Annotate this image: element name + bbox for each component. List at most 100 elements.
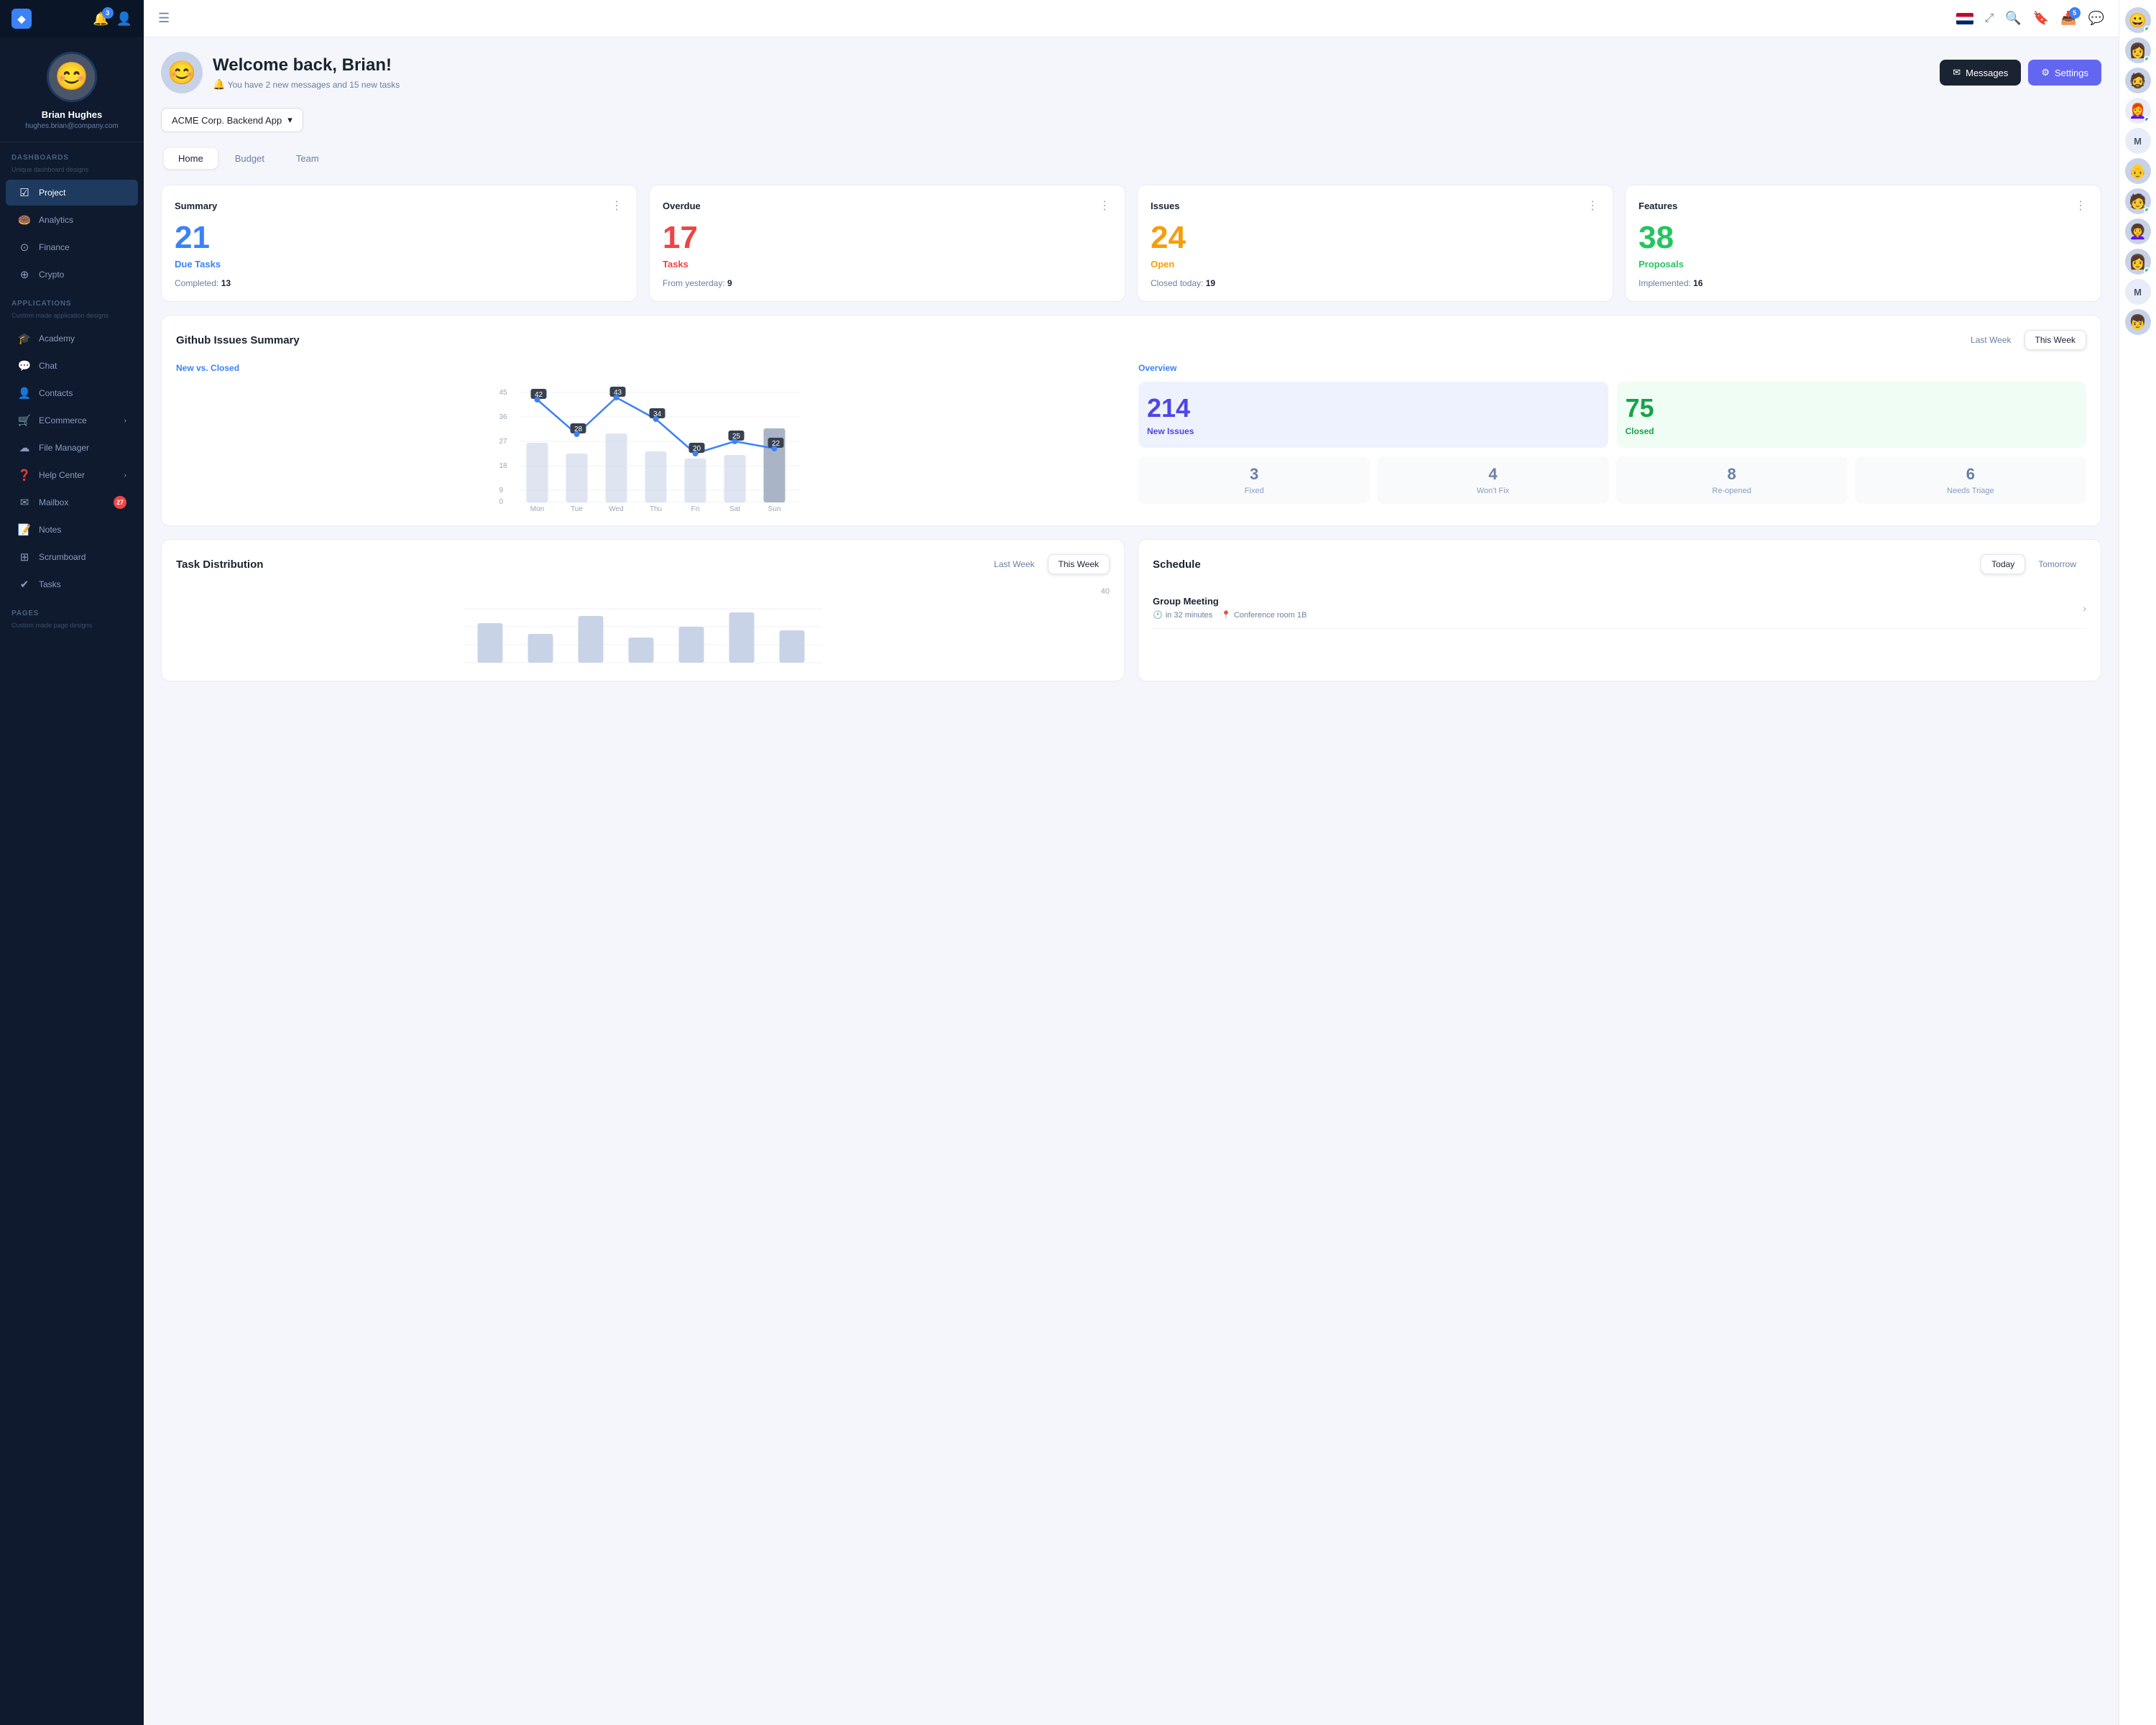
- project-icon: ☑: [17, 186, 32, 199]
- online-indicator: [2144, 56, 2150, 63]
- project-selector[interactable]: ACME Corp. Backend App ▾: [161, 108, 303, 132]
- clock-icon: 🕐: [1153, 610, 1163, 620]
- card-detail: Completed: 13: [175, 278, 624, 288]
- tabs: Home Budget Team: [161, 145, 336, 172]
- bookmark-icon[interactable]: 🔖: [2033, 11, 2049, 26]
- main-content: ☰ ⤢ 🔍 🔖 📥 5 💬 😊 Welcome back, Brian! 🔔 Y…: [144, 0, 2119, 1725]
- reopened-stat: 8 Re-opened: [1616, 456, 1848, 504]
- sidebar-item-finance[interactable]: ⊙ Finance: [6, 234, 138, 260]
- profile-email: hughes.brian@company.com: [25, 122, 118, 130]
- notification-icon[interactable]: 🔔 3: [93, 12, 109, 27]
- app-logo[interactable]: ◆: [11, 9, 32, 29]
- card-menu-icon[interactable]: ⋮: [1099, 198, 1112, 213]
- card-menu-icon[interactable]: ⋮: [2075, 198, 2088, 213]
- tomorrow-toggle[interactable]: Tomorrow: [2028, 554, 2086, 574]
- search-icon[interactable]: 🔍: [2005, 11, 2021, 26]
- last-week-toggle[interactable]: Last Week: [1961, 330, 2021, 350]
- messages-icon[interactable]: 💬: [2088, 11, 2104, 26]
- applications-section-sublabel: Custom made application designs: [0, 312, 144, 325]
- right-avatar-9[interactable]: M: [2125, 279, 2151, 305]
- sidebar-item-academy[interactable]: 🎓 Academy: [6, 326, 138, 351]
- task-this-week-toggle[interactable]: This Week: [1048, 554, 1110, 574]
- wontfix-number: 4: [1488, 465, 1497, 484]
- sidebar-item-filemanager[interactable]: ☁ File Manager: [6, 435, 138, 461]
- sidebar-item-helpcenter[interactable]: ❓ Help Center ›: [6, 462, 138, 488]
- hamburger-menu-icon[interactable]: ☰: [158, 11, 170, 26]
- right-avatar-5[interactable]: 👴: [2125, 158, 2151, 184]
- right-avatar-2[interactable]: 🧔: [2125, 68, 2151, 93]
- right-avatar-6[interactable]: 🧑: [2125, 188, 2151, 214]
- right-sidebar: 😀 👩 🧔 👩‍🦰 M 👴 🧑 👩‍🦱 👩 M 👦: [2119, 0, 2156, 1725]
- tab-team[interactable]: Team: [282, 148, 333, 169]
- chart-container: 45 36 27 18 9 0: [176, 382, 1124, 511]
- issues-card: Issues ⋮ 24 Open Closed today: 19: [1137, 185, 1613, 302]
- right-avatar-8[interactable]: 👩: [2125, 249, 2151, 275]
- sidebar-item-label: File Manager: [39, 443, 89, 453]
- task-distribution-chart: [176, 602, 1110, 666]
- svg-text:0: 0: [499, 498, 504, 506]
- schedule-title: Schedule: [1153, 558, 1201, 571]
- schedule-chevron-icon[interactable]: ›: [2083, 602, 2086, 614]
- github-section: Github Issues Summary Last Week This Wee…: [161, 315, 2101, 526]
- schedule-item-meta: 🕐 in 32 minutes 📍 Conference room 1B: [1153, 610, 1307, 620]
- settings-button[interactable]: ⚙ Settings: [2028, 60, 2101, 86]
- wontfix-label: Won't Fix: [1477, 487, 1509, 495]
- fullscreen-icon[interactable]: ⤢: [1985, 12, 1994, 25]
- sidebar-item-label: Tasks: [39, 579, 61, 589]
- schedule-item-details: Group Meeting 🕐 in 32 minutes 📍 Conferen…: [1153, 596, 1307, 620]
- line-bar-chart: 45 36 27 18 9 0: [176, 382, 1124, 511]
- github-content: New vs. Closed 45 36 27 18 9 0: [176, 363, 2086, 511]
- blue-indicator: [2144, 116, 2150, 123]
- user-circle-icon[interactable]: 👤: [116, 12, 132, 27]
- flag-icon[interactable]: [1956, 13, 1973, 24]
- reopened-number: 8: [1728, 465, 1736, 484]
- sidebar-item-chat[interactable]: 💬 Chat: [6, 353, 138, 379]
- card-menu-icon[interactable]: ⋮: [611, 198, 624, 213]
- mailbox-badge: 27: [114, 496, 126, 509]
- right-avatar-7[interactable]: 👩‍🦱: [2125, 218, 2151, 244]
- features-card: Features ⋮ 38 Proposals Implemented: 16: [1625, 185, 2101, 302]
- sidebar-item-ecommerce[interactable]: 🛒 ECommerce ›: [6, 408, 138, 433]
- sidebar-item-scrumboard[interactable]: ⊞ Scrumboard: [6, 544, 138, 570]
- crypto-icon: ⊕: [17, 268, 32, 281]
- sidebar-item-contacts[interactable]: 👤 Contacts: [6, 380, 138, 406]
- online-indicator: [2144, 26, 2150, 32]
- sidebar-item-notes[interactable]: 📝 Notes: [6, 517, 138, 543]
- schedule-item: Group Meeting 🕐 in 32 minutes 📍 Conferen…: [1153, 587, 2086, 629]
- right-avatar-3[interactable]: 👩‍🦰: [2125, 98, 2151, 124]
- tab-budget[interactable]: Budget: [221, 148, 279, 169]
- closed-stat: 75 Closed: [1617, 382, 2087, 448]
- right-avatar-1[interactable]: 👩: [2125, 37, 2151, 63]
- sidebar-item-project[interactable]: ☑ Project: [6, 180, 138, 206]
- card-detail: Implemented: 16: [1639, 278, 2088, 288]
- task-last-week-toggle[interactable]: Last Week: [984, 554, 1044, 574]
- svg-text:Sun: Sun: [768, 505, 781, 511]
- right-avatar-10[interactable]: 👦: [2125, 309, 2151, 335]
- sidebar-item-label: Chat: [39, 361, 57, 371]
- sidebar-item-mailbox[interactable]: ✉ Mailbox 27: [6, 489, 138, 515]
- sidebar-item-analytics[interactable]: 🍩 Analytics: [6, 207, 138, 233]
- summary-card: Summary ⋮ 21 Due Tasks Completed: 13: [161, 185, 637, 302]
- sidebar-item-label: ECommerce: [39, 415, 87, 426]
- pages-section-sublabel: Custom made page designs: [0, 622, 144, 635]
- card-title: Issues: [1151, 201, 1179, 211]
- tab-home[interactable]: Home: [164, 148, 218, 169]
- sidebar-item-crypto[interactable]: ⊕ Crypto: [6, 262, 138, 288]
- welcome-avatar: 😊: [161, 52, 203, 93]
- sidebar-item-label: Analytics: [39, 215, 73, 225]
- this-week-toggle[interactable]: This Week: [2024, 330, 2086, 350]
- sidebar-item-label: Contacts: [39, 388, 73, 398]
- card-title: Overdue: [663, 201, 701, 211]
- inbox-icon[interactable]: 📥 5: [2060, 11, 2076, 26]
- profile-name: Brian Hughes: [42, 109, 103, 120]
- sidebar-item-tasks[interactable]: ✔ Tasks: [6, 571, 138, 597]
- chevron-right-icon: ›: [124, 417, 126, 425]
- notes-icon: 📝: [17, 523, 32, 536]
- today-toggle[interactable]: Today: [1981, 554, 2025, 574]
- messages-button[interactable]: ✉ Messages: [1940, 60, 2021, 86]
- right-avatar-0[interactable]: 😀: [2125, 7, 2151, 33]
- card-menu-icon[interactable]: ⋮: [1587, 198, 1600, 213]
- github-toggle-group: Last Week This Week: [1961, 330, 2086, 350]
- overdue-card: Overdue ⋮ 17 Tasks From yesterday: 9: [649, 185, 1125, 302]
- right-avatar-4[interactable]: M: [2125, 128, 2151, 154]
